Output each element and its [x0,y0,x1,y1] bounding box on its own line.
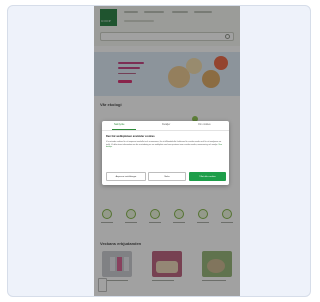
consent-heading: Den här webbplatsen använder cookies [106,135,155,138]
accept-all-button[interactable]: Tillåt alla cookies [189,172,226,181]
active-tab-indicator [112,129,136,130]
tab-consent[interactable]: Samtycke [114,123,125,126]
consent-body: Vi använder cookies för att anpassa inne… [106,141,225,149]
cookie-consent-dialog: Samtycke Detaljer Om cookies Den här web… [102,121,229,185]
consent-body-text: Vi använder cookies för att anpassa inne… [106,141,222,146]
tab-about[interactable]: Om cookies [198,123,211,126]
consent-tabs: Samtycke Detaljer Om cookies [102,121,229,131]
reject-button[interactable]: Neka [148,172,186,181]
tab-details[interactable]: Detaljer [162,123,170,126]
customize-settings-button[interactable]: Anpassa inställningar [106,172,146,181]
